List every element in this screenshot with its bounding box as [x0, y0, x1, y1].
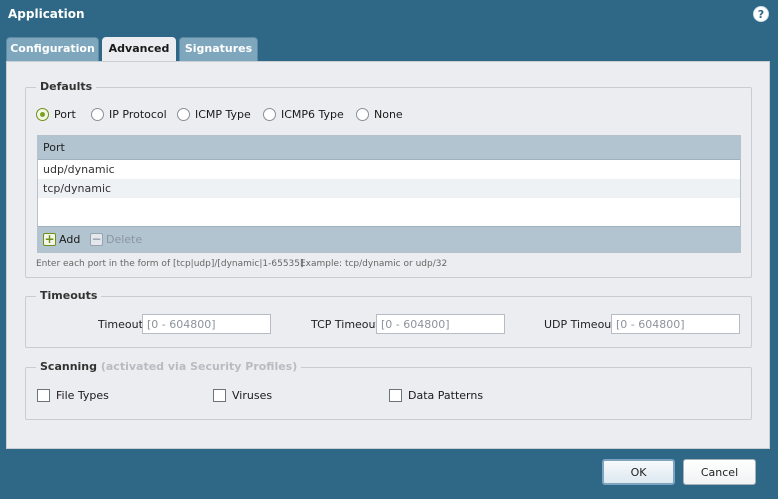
grid-toolbar: + Add − Delete: [38, 226, 740, 252]
radio-icmp6-type-indicator[interactable]: [263, 108, 276, 121]
file-types-checkbox[interactable]: File Types: [37, 389, 109, 402]
port-format-hint: Enter each port in the form of [tcp|udp]…: [36, 259, 304, 269]
radio-icmp-type-indicator[interactable]: [177, 108, 190, 121]
radio-port-label: Port: [54, 108, 76, 121]
radio-ip-protocol[interactable]: IP Protocol: [91, 108, 167, 121]
radio-icmp6-type[interactable]: ICMP6 Type: [263, 108, 344, 121]
add-button[interactable]: + Add: [43, 233, 80, 246]
file-types-checkbox-box[interactable]: [37, 389, 50, 402]
viruses-checkbox-box[interactable]: [213, 389, 226, 402]
delete-button-label: Delete: [106, 233, 143, 246]
data-patterns-checkbox-box[interactable]: [389, 389, 402, 402]
add-button-label: Add: [59, 233, 81, 246]
ok-button[interactable]: OK: [602, 459, 675, 485]
scanning-group: Scanning (activated via Security Profile…: [25, 360, 752, 420]
tcp-timeout-label: TCP Timeout: [311, 318, 380, 331]
scanning-legend: Scanning (activated via Security Profile…: [36, 360, 302, 373]
scanning-legend-note: (activated via Security Profiles): [100, 360, 298, 373]
tab-signatures[interactable]: Signatures: [179, 37, 258, 61]
radio-ip-protocol-label: IP Protocol: [109, 108, 167, 121]
timeouts-group: Timeouts Timeout TCP Timeout UDP Timeout: [25, 289, 752, 348]
minus-icon: −: [90, 232, 103, 246]
radio-port[interactable]: Port: [36, 108, 76, 121]
table-row[interactable]: udp/dynamic: [38, 160, 740, 179]
help-icon[interactable]: ?: [753, 6, 769, 22]
radio-port-indicator[interactable]: [36, 108, 49, 121]
viruses-label: Viruses: [232, 389, 273, 402]
window-title: Application: [8, 7, 85, 21]
udp-timeout-label: UDP Timeout: [544, 318, 616, 331]
defaults-legend: Defaults: [36, 80, 97, 93]
table-row[interactable]: tcp/dynamic: [38, 179, 740, 198]
title-bar: Application ?: [0, 0, 778, 30]
port-column-header[interactable]: Port: [38, 136, 740, 160]
defaults-group: Defaults Port IP Protocol ICMP Type ICMP…: [25, 80, 752, 278]
cancel-button[interactable]: Cancel: [683, 459, 756, 485]
radio-none-indicator[interactable]: [356, 108, 369, 121]
tcp-timeout-input[interactable]: [376, 314, 505, 334]
radio-icmp-type[interactable]: ICMP Type: [177, 108, 251, 121]
timeout-label: Timeout: [98, 318, 143, 331]
radio-icmp6-type-label: ICMP6 Type: [281, 108, 344, 121]
tab-configuration[interactable]: Configuration: [6, 37, 99, 61]
data-patterns-checkbox[interactable]: Data Patterns: [389, 389, 483, 402]
advanced-panel: Defaults Port IP Protocol ICMP Type ICMP…: [6, 61, 770, 449]
delete-button[interactable]: − Delete: [90, 233, 142, 246]
file-types-label: File Types: [56, 389, 109, 402]
timeout-input[interactable]: [142, 314, 271, 334]
data-patterns-label: Data Patterns: [408, 389, 484, 402]
port-grid: Port udp/dynamic tcp/dynamic + Add − Del…: [37, 135, 741, 253]
radio-none[interactable]: None: [356, 108, 403, 121]
udp-timeout-input[interactable]: [611, 314, 740, 334]
tab-advanced[interactable]: Advanced: [102, 37, 176, 62]
scanning-legend-title: Scanning: [40, 360, 98, 373]
port-example-hint: Example: tcp/dynamic or udp/32: [300, 259, 448, 269]
radio-none-label: None: [374, 108, 403, 121]
timeouts-legend: Timeouts: [36, 289, 102, 302]
viruses-checkbox[interactable]: Viruses: [213, 389, 272, 402]
radio-ip-protocol-indicator[interactable]: [91, 108, 104, 121]
radio-icmp-type-label: ICMP Type: [195, 108, 251, 121]
plus-icon: +: [43, 232, 56, 246]
